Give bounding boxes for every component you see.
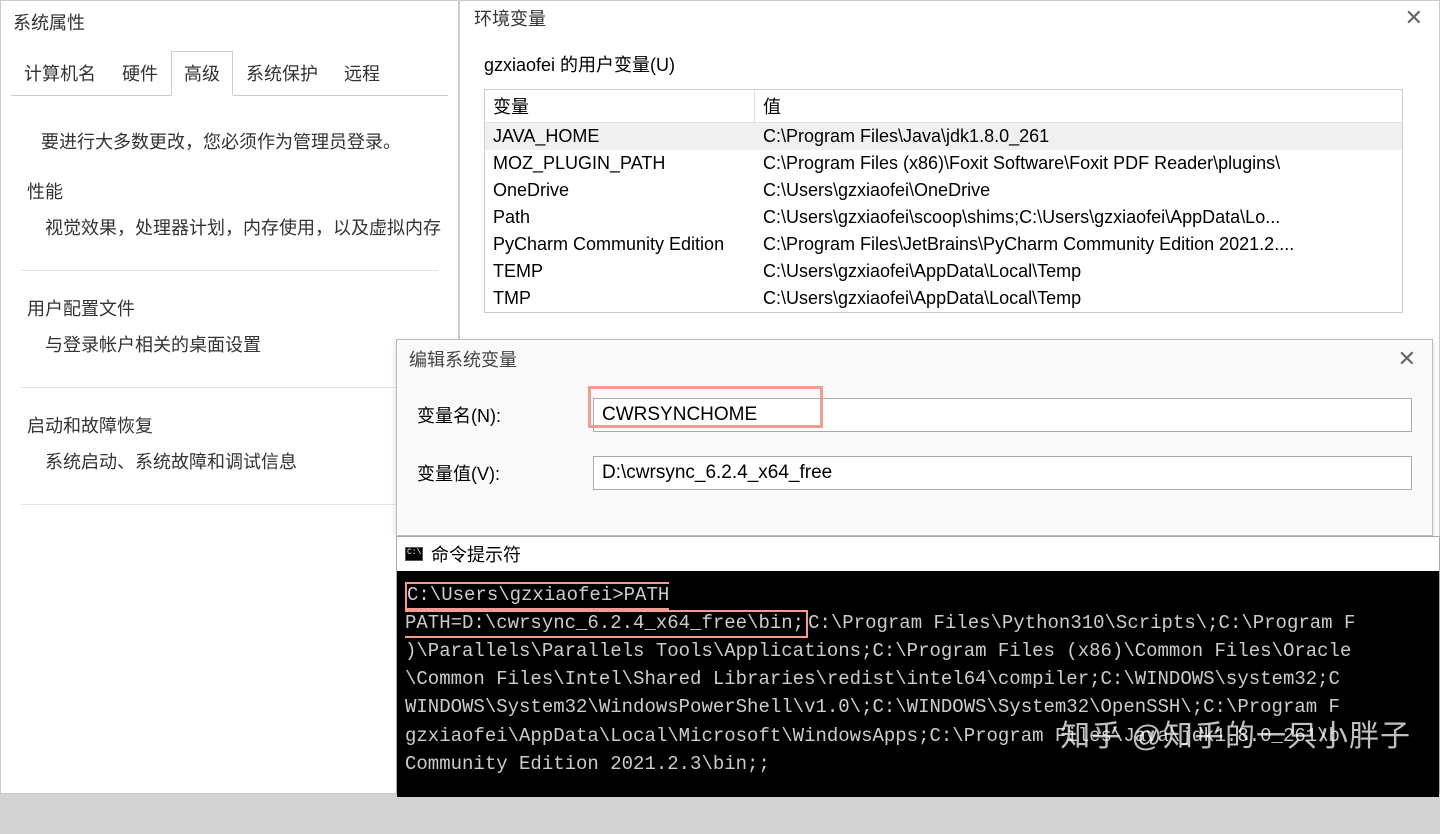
performance-label: 性能 [27,164,442,210]
var-name: OneDrive [485,177,755,204]
table-row[interactable]: MOZ_PLUGIN_PATH C:\Program Files (x86)\F… [485,150,1402,177]
tab-advanced[interactable]: 高级 [171,51,233,96]
separator [21,504,438,505]
startup-label: 启动和故障恢复 [27,398,442,444]
table-row[interactable]: OneDrive C:\Users\gzxiaofei\OneDrive [485,177,1402,204]
col-header-value[interactable]: 值 [755,90,1402,122]
system-properties-title: 系统属性 [1,1,458,39]
variable-value-label: 变量值(V): [417,460,593,486]
table-row[interactable]: Path C:\Users\gzxiaofei\scoop\shims;C:\U… [485,204,1402,231]
variable-name-input[interactable] [593,398,1412,432]
variable-value-input[interactable] [593,456,1412,490]
highlight-box: C:\Users\gzxiaofei>PATH PATH=D:\cwrsync_… [405,582,808,638]
user-profile-label: 用户配置文件 [27,281,442,327]
cmd-icon [405,547,423,561]
admin-note: 要进行大多数更改，您必须作为管理员登录。 [31,106,442,164]
tab-hardware[interactable]: 硬件 [109,51,171,95]
system-properties-dialog: 系统属性 计算机名 硬件 高级 系统保护 远程 要进行大多数更改，您必须作为管理… [0,0,459,794]
variable-name-label: 变量名(N): [417,402,593,428]
var-name: PyCharm Community Edition [485,231,755,258]
var-name: TEMP [485,258,755,285]
var-value: C:\Program Files\Java\jdk1.8.0_261 [755,123,1402,150]
tab-system-protection[interactable]: 系统保护 [233,51,331,95]
close-icon[interactable]: ✕ [1401,5,1427,31]
var-value: C:\Users\gzxiaofei\AppData\Local\Temp [755,258,1402,285]
edit-system-variable-dialog: 编辑系统变量 ✕ 变量名(N): 变量值(V): [396,339,1433,536]
var-name: TMP [485,285,755,312]
col-header-variable[interactable]: 变量 [485,90,755,122]
table-row[interactable]: JAVA_HOME C:\Program Files\Java\jdk1.8.0… [485,123,1402,150]
env-dialog-title: 环境变量 [474,5,546,31]
tab-computer-name[interactable]: 计算机名 [11,51,109,95]
var-name: JAVA_HOME [485,123,755,150]
command-prompt-window: 命令提示符 C:\Users\gzxiaofei>PATH PATH=D:\cw… [396,536,1440,794]
user-profile-text: 与登录帐户相关的桌面设置 [31,327,442,387]
var-name: MOZ_PLUGIN_PATH [485,150,755,177]
user-vars-label: gzxiaofei 的用户变量(U) [460,51,1439,89]
var-value: C:\Program Files (x86)\Foxit Software\Fo… [755,150,1402,177]
table-row[interactable]: TMP C:\Users\gzxiaofei\AppData\Local\Tem… [485,285,1402,312]
var-value: C:\Program Files\JetBrains\PyCharm Commu… [755,231,1402,258]
system-properties-tabs: 计算机名 硬件 高级 系统保护 远程 [11,51,448,96]
close-icon[interactable]: ✕ [1394,346,1420,372]
watermark: 知乎 @知乎的一只小胖子 [1060,715,1411,759]
user-vars-table: 变量 值 JAVA_HOME C:\Program Files\Java\jdk… [484,89,1403,313]
cmd-path-prefix: PATH=D:\cwrsync_6.2.4_x64_free\bin; [405,612,804,634]
startup-text: 系统启动、系统故障和调试信息 [31,444,442,504]
table-row[interactable]: PyCharm Community Edition C:\Program Fil… [485,231,1402,258]
cmd-title: 命令提示符 [431,541,521,567]
table-row[interactable]: TEMP C:\Users\gzxiaofei\AppData\Local\Te… [485,258,1402,285]
var-name: Path [485,204,755,231]
edit-dialog-title: 编辑系统变量 [409,346,517,372]
tab-remote[interactable]: 远程 [331,51,393,95]
cmd-output[interactable]: C:\Users\gzxiaofei>PATH PATH=D:\cwrsync_… [397,571,1439,797]
cmd-prompt-line: C:\Users\gzxiaofei>PATH [407,584,669,606]
performance-text: 视觉效果，处理器计划，内存使用，以及虚拟内存 [31,210,442,270]
var-value: C:\Users\gzxiaofei\AppData\Local\Temp [755,285,1402,312]
var-value: C:\Users\gzxiaofei\OneDrive [755,177,1402,204]
var-value: C:\Users\gzxiaofei\scoop\shims;C:\Users\… [755,204,1402,231]
